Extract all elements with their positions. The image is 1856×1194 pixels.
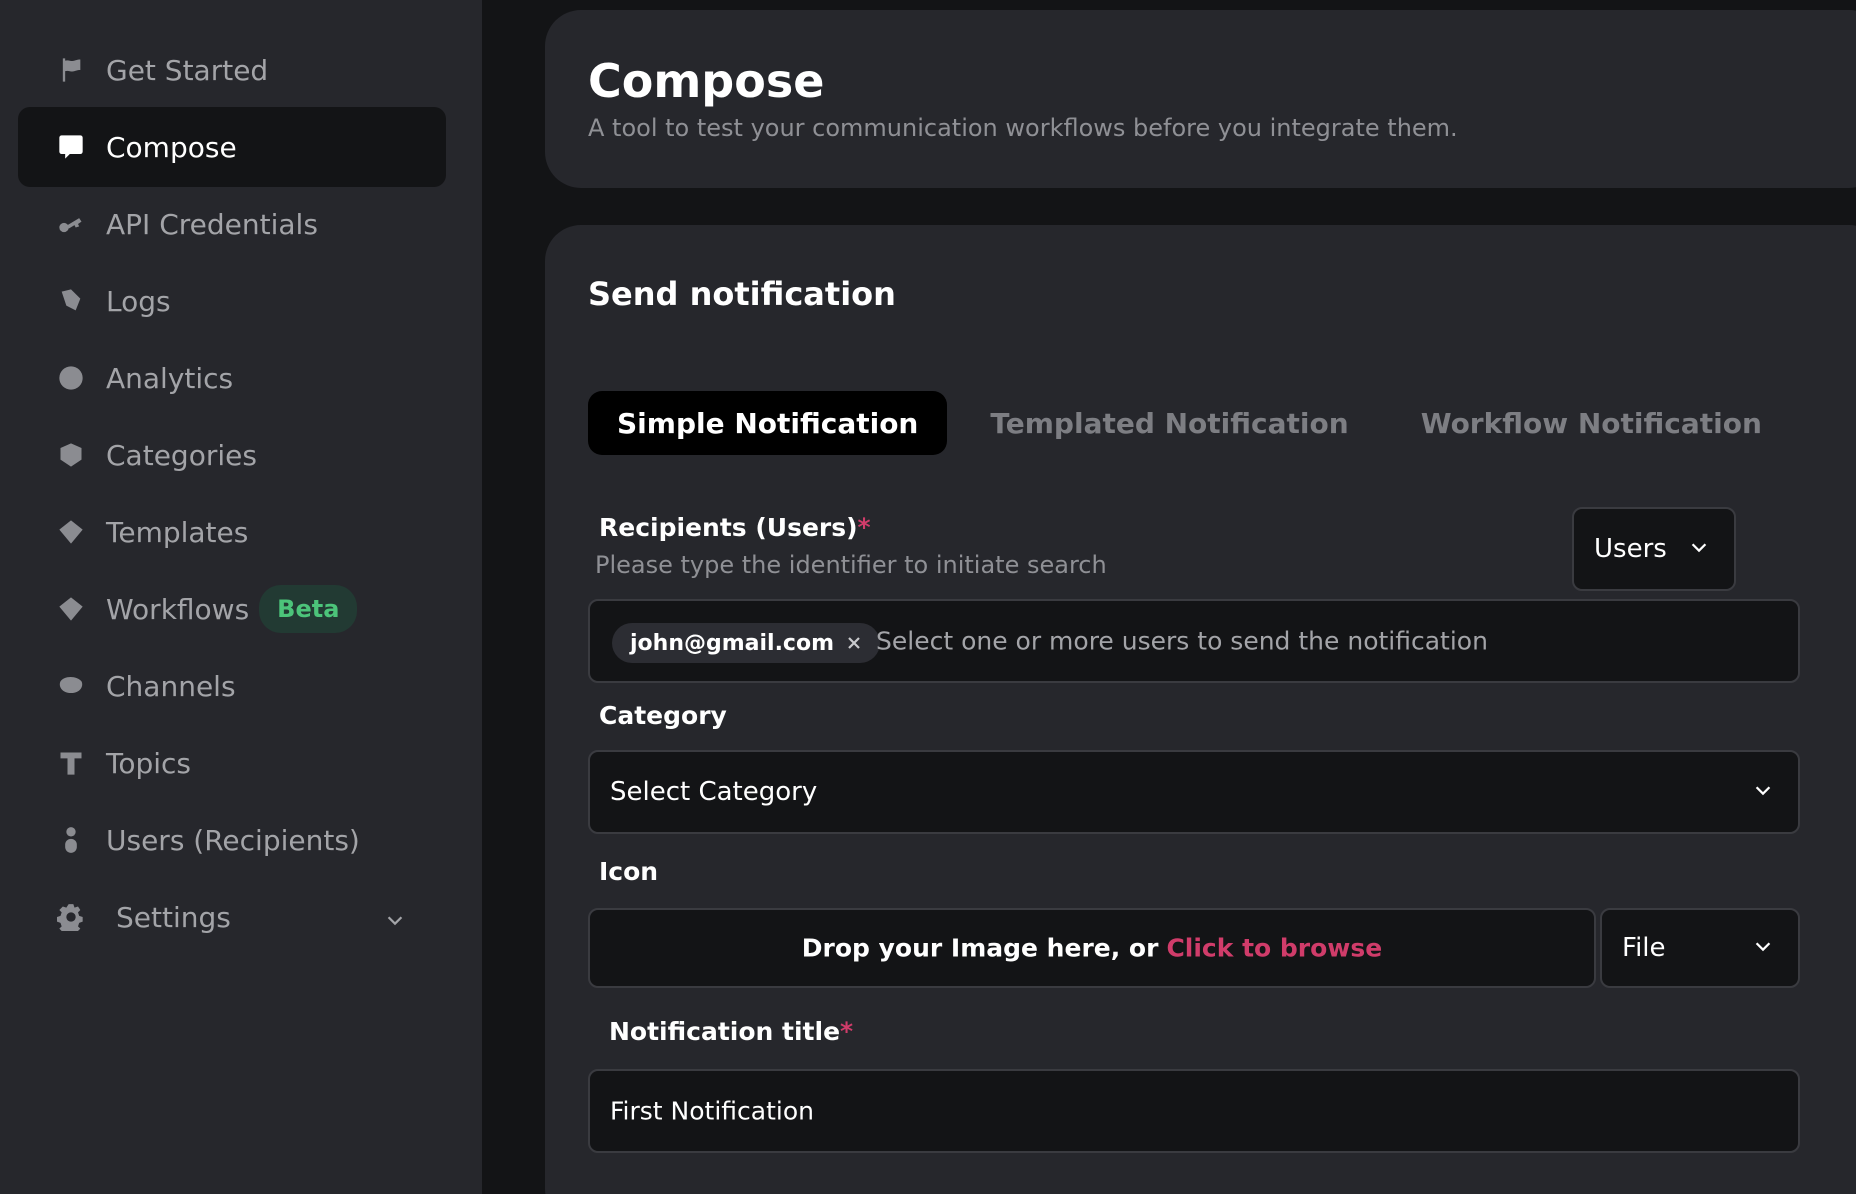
analytics-icon bbox=[56, 363, 86, 393]
icon-source-select[interactable]: File bbox=[1600, 908, 1800, 988]
category-select[interactable]: Select Category bbox=[588, 750, 1800, 834]
sidebar-item-analytics[interactable]: Analytics bbox=[18, 338, 446, 418]
sidebar-item-api-credentials[interactable]: API Credentials bbox=[18, 184, 446, 264]
sidebar-item-templates[interactable]: Templates bbox=[18, 492, 446, 572]
templates-icon bbox=[56, 517, 86, 547]
page-title: Compose bbox=[588, 54, 825, 108]
sidebar-item-get-started[interactable]: Get Started bbox=[18, 30, 446, 110]
sidebar-item-logs[interactable]: Logs bbox=[18, 261, 446, 341]
chevron-down-icon bbox=[1752, 779, 1774, 805]
recipients-placeholder: Select one or more users to send the not… bbox=[876, 626, 1488, 656]
recipients-input[interactable]: john@gmail.com Select one or more users … bbox=[588, 599, 1800, 683]
channels-icon bbox=[56, 671, 86, 701]
chevron-down-icon bbox=[1752, 935, 1774, 961]
sidebar-item-label: Get Started bbox=[106, 53, 269, 87]
sidebar-item-channels[interactable]: Channels bbox=[18, 646, 446, 726]
sidebar-item-label: Logs bbox=[106, 284, 171, 318]
image-dropzone[interactable]: Drop your Image here, or Click to browse bbox=[588, 908, 1596, 988]
section-title: Send notification bbox=[588, 275, 896, 313]
sidebar-item-label: Analytics bbox=[106, 361, 234, 395]
sidebar-item-topics[interactable]: Topics bbox=[18, 723, 446, 803]
sidebar-item-label: Topics bbox=[106, 746, 192, 780]
sidebar-item-label: Templates bbox=[106, 515, 249, 549]
beta-badge: Beta bbox=[259, 585, 358, 633]
sidebar-item-compose[interactable]: Compose bbox=[18, 107, 446, 187]
sidebar-item-label: Compose bbox=[106, 130, 237, 164]
flag-icon bbox=[56, 55, 86, 85]
categories-icon bbox=[56, 440, 86, 470]
browse-link[interactable]: Click to browse bbox=[1166, 934, 1382, 963]
chevron-down-icon bbox=[1688, 536, 1710, 562]
sidebar: Get Started Compose API Credentials Logs… bbox=[0, 0, 482, 1194]
sidebar-item-workflows[interactable]: Workflows Beta bbox=[18, 569, 446, 649]
sidebar-item-label: API Credentials bbox=[106, 207, 318, 241]
topics-icon bbox=[56, 748, 86, 778]
tab-workflow-notification[interactable]: Workflow Notification bbox=[1392, 391, 1791, 455]
close-icon[interactable] bbox=[846, 635, 862, 651]
header-card: Compose A tool to test your communicatio… bbox=[545, 10, 1856, 188]
icon-label: Icon bbox=[599, 857, 659, 886]
recipients-hint: Please type the identifier to initiate s… bbox=[595, 551, 1107, 579]
user-icon bbox=[56, 825, 86, 855]
tab-simple-notification[interactable]: Simple Notification bbox=[588, 391, 948, 455]
sidebar-item-label: Workflows bbox=[106, 592, 250, 626]
sidebar-item-label: Users (Recipients) bbox=[106, 823, 360, 857]
sidebar-item-label: Settings bbox=[116, 900, 231, 934]
notification-title-input[interactable]: First Notification bbox=[588, 1069, 1800, 1153]
sidebar-item-categories[interactable]: Categories bbox=[18, 415, 446, 495]
key-icon bbox=[56, 209, 86, 239]
send-notification-card: Send notification Simple Notification Te… bbox=[545, 225, 1856, 1194]
sidebar-item-label: Channels bbox=[106, 669, 236, 703]
recipient-chip: john@gmail.com bbox=[612, 623, 881, 663]
sidebar-item-settings[interactable]: Settings bbox=[18, 877, 446, 957]
recipient-type-select[interactable]: Users bbox=[1572, 507, 1736, 591]
category-label: Category bbox=[599, 701, 727, 730]
chevron-down-icon[interactable] bbox=[384, 905, 406, 938]
logs-icon bbox=[56, 286, 86, 316]
message-icon bbox=[56, 132, 86, 162]
tab-templated-notification[interactable]: Templated Notification bbox=[961, 391, 1377, 455]
gear-icon bbox=[56, 902, 86, 932]
notification-title-label: Notification title* bbox=[609, 1017, 854, 1046]
sidebar-item-users[interactable]: Users (Recipients) bbox=[18, 800, 446, 880]
page-subtitle: A tool to test your communication workfl… bbox=[588, 114, 1458, 142]
sidebar-item-label: Categories bbox=[106, 438, 257, 472]
workflows-icon bbox=[56, 594, 86, 624]
notification-tabs: Simple Notification Templated Notificati… bbox=[588, 391, 1791, 455]
recipients-label: Recipients (Users)* bbox=[599, 513, 871, 542]
